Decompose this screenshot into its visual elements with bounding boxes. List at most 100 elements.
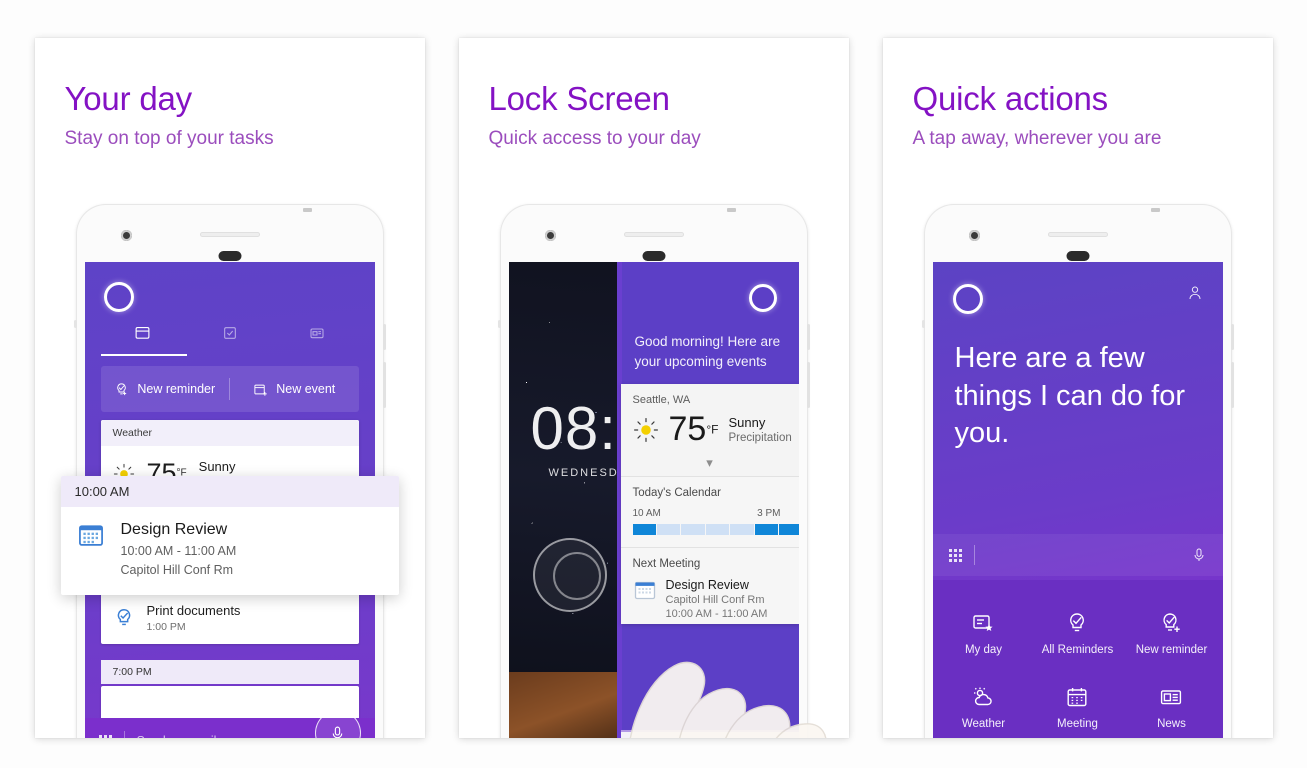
chevron-down-icon[interactable]: ▾ — [621, 455, 799, 476]
wallpaper-photo-corner — [508, 672, 627, 738]
popout-event-title: Design Review — [120, 521, 228, 538]
reminder-row[interactable]: Print documents 1:00 PM — [100, 592, 359, 644]
weather-precipitation: Precipitation — [728, 432, 792, 444]
panel-your-day: Your day Stay on top of your tasks New r… — [34, 38, 425, 739]
calendar-bar — [681, 524, 705, 535]
app-grid-icon[interactable] — [98, 734, 112, 739]
axis-end-label: 3 PM — [757, 508, 781, 519]
phone-side-port — [921, 320, 925, 328]
phone-antenna-line — [1150, 208, 1160, 212]
calendar-bar — [656, 524, 681, 535]
quick-action-label: Meeting — [1057, 717, 1098, 730]
reminder-title: Print documents — [146, 603, 241, 618]
glance-city: Seattle, WA — [632, 394, 691, 406]
cortana-logo-icon[interactable] — [103, 282, 134, 312]
phone-bezel-top — [76, 204, 384, 262]
phone-mockup-1: New reminder New event Weather 75°F Sunn… — [73, 204, 386, 739]
panel-subtitle: Quick access to your day — [488, 128, 701, 149]
panel-subtitle: A tap away, wherever you are — [912, 128, 1162, 149]
person-icon[interactable] — [1187, 284, 1203, 302]
tab-reminders[interactable] — [222, 325, 238, 346]
reminder-bulb-plus-icon — [1163, 612, 1181, 632]
phone-mockup-3: Here are a few things I can do for you. — [921, 204, 1234, 738]
calendar-event-icon — [78, 525, 103, 546]
microphone-icon[interactable] — [1191, 547, 1207, 563]
phone-volume-button[interactable] — [382, 362, 386, 408]
phone-volume-button[interactable] — [1230, 362, 1234, 408]
quick-action-weather[interactable]: Weather — [962, 685, 1005, 730]
next-meeting-section[interactable]: Next Meeting Design Review Capitol Hill … — [620, 547, 799, 624]
todays-calendar-section: Today's Calendar 10 AM 3 PM — [620, 476, 799, 547]
quick-action-my-day[interactable]: My day — [965, 611, 1002, 656]
glance-temperature: 75°F — [669, 410, 719, 449]
phone-mockup-2: 08:17 WEDNESDAY Good morning! Here are y… — [497, 204, 826, 738]
bottom-input-bar[interactable] — [932, 534, 1223, 576]
temperature-value: 75 — [668, 410, 707, 448]
reminder-bulb-check-icon — [1070, 612, 1085, 631]
weather-card-header: Weather — [100, 420, 359, 446]
lockscreen-greeting: Good morning! Here are your upcoming eve… — [634, 334, 781, 370]
quick-action-meeting[interactable]: Meeting — [1057, 685, 1098, 730]
cortana-logo-icon[interactable] — [952, 284, 983, 314]
microphone-icon — [332, 726, 343, 738]
popout-body: Design Review 10:00 AM - 11:00 AM Capito… — [61, 507, 399, 595]
tab-bar — [99, 324, 361, 356]
phone-volume-button[interactable] — [806, 362, 810, 408]
input-divider — [123, 731, 125, 738]
earpiece-speaker — [623, 232, 684, 237]
front-camera-icon — [120, 230, 132, 241]
new-reminder-button[interactable]: New reminder — [101, 382, 230, 397]
sensor-pill — [218, 251, 241, 261]
cortana-lock-screen: 08:17 WEDNESDAY Good morning! Here are y… — [508, 262, 799, 738]
earpiece-speaker — [1047, 232, 1108, 237]
earpiece-speaker — [199, 232, 260, 237]
phone-power-button[interactable] — [806, 324, 810, 350]
quick-action-bar: New reminder New event — [100, 366, 359, 412]
tab-calendar[interactable] — [134, 324, 151, 346]
new-reminder-label: New reminder — [137, 382, 216, 396]
lockscreen-glance-card[interactable]: Seattle, WA 75°F Sunny Precipitation ▾ T… — [620, 384, 799, 624]
popout-text: Design Review 10:00 AM - 11:00 AM Capito… — [121, 521, 237, 577]
tab-news[interactable] — [309, 325, 325, 346]
reminder-text: Print documents 1:00 PM — [147, 603, 241, 633]
panel-quick-actions: Quick actions A tap away, wherever you a… — [882, 38, 1273, 738]
phone-antenna-line — [302, 208, 312, 212]
calendar-axis: 10 AM 3 PM — [633, 508, 781, 519]
quick-action-all-reminders[interactable]: All Reminders — [1042, 611, 1113, 656]
panel-lock-screen: Lock Screen Quick access to your day 08:… — [458, 38, 849, 738]
phone-power-button[interactable] — [1230, 324, 1234, 350]
axis-start-label: 10 AM — [632, 508, 661, 519]
panel-subtitle: Stay on top of your tasks — [64, 128, 274, 149]
quick-action-news[interactable]: News — [1157, 685, 1186, 730]
quick-action-new-reminder[interactable]: New reminder — [1135, 611, 1208, 656]
quick-action-label: Weather — [961, 717, 1006, 730]
reminder-bulb-icon — [117, 609, 130, 626]
calendar-bar — [705, 524, 730, 535]
phone-power-button[interactable] — [382, 324, 386, 350]
app-grid-icon[interactable] — [948, 548, 962, 562]
sensor-pill — [1066, 251, 1089, 261]
my-day-icon — [973, 614, 994, 631]
reminder-time: 1:00 PM — [146, 621, 186, 633]
design-review-popout[interactable]: 10:00 AM Design Review 10:00 AM - 11:00 … — [60, 476, 399, 595]
newspaper-icon — [1161, 689, 1182, 704]
calendar-event-icon — [634, 581, 655, 600]
popout-event-time: 10:00 AM - 11:00 AM — [120, 544, 237, 558]
screenshot-page: Your day Stay on top of your tasks New r… — [0, 0, 1307, 768]
new-event-label: New event — [276, 382, 336, 396]
timeline-header-evening: 7:00 PM — [100, 660, 359, 684]
phone-side-port — [497, 320, 501, 328]
weather-sun-cloud-icon — [974, 687, 993, 705]
phone-bezel-top — [500, 204, 808, 262]
phone-screen-3: Here are a few things I can do for you. — [932, 262, 1223, 738]
cortana-hero-text: Here are a few things I can do for you. — [954, 342, 1186, 450]
cortana-logo-icon[interactable] — [748, 284, 777, 312]
glance-weather-row: 75°F Sunny Precipitation — [621, 406, 799, 455]
cortana-quick-actions-screen: Here are a few things I can do for you. — [932, 262, 1223, 738]
new-event-button[interactable]: New event — [230, 382, 359, 397]
quick-action-label: New reminder — [1135, 643, 1208, 656]
panel-title: Lock Screen — [488, 80, 670, 117]
reminder-bulb-plus-icon — [117, 382, 127, 395]
next-meeting-title: Next Meeting — [632, 558, 701, 570]
sun-icon — [633, 417, 658, 442]
